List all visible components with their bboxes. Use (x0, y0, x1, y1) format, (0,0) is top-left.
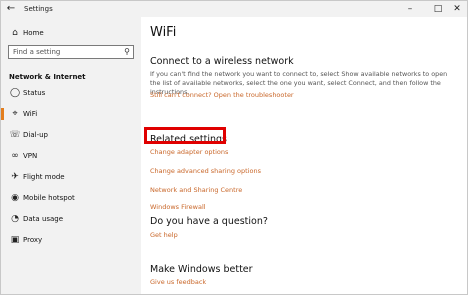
sidebar-item-label: Proxy (23, 236, 43, 244)
close-icon[interactable]: ✕ (448, 2, 466, 16)
highlight-box (144, 127, 226, 144)
sidebar-item-flight-mode[interactable]: ✈ Flight mode (1, 168, 141, 186)
sidebar: ⌂ Home Find a setting ⚲ Network & Intern… (1, 17, 141, 294)
sidebar-item-proxy[interactable]: ▣ Proxy (1, 231, 141, 249)
search-placeholder: Find a setting (13, 48, 61, 56)
page-title: WiFi (150, 25, 177, 40)
sidebar-item-label: Data usage (23, 215, 64, 223)
connect-heading: Connect to a wireless network (150, 56, 294, 67)
home-icon: ⌂ (12, 28, 18, 38)
globe-icon: ◯ (9, 88, 21, 98)
sidebar-item-home[interactable]: ⌂ Home (1, 24, 141, 42)
sidebar-item-wifi[interactable]: ⌖ WiFi (1, 105, 141, 123)
sidebar-item-dial-up[interactable]: ☏ Dial-up (1, 126, 141, 144)
hotspot-icon: ◉ (11, 193, 19, 203)
sidebar-item-status[interactable]: ◯ Status (1, 84, 141, 102)
get-help-link[interactable]: Get help (150, 230, 178, 240)
sidebar-item-label: VPN (23, 152, 38, 160)
change-adapter-options-link[interactable]: Change adapter options (150, 147, 228, 157)
give-feedback-link[interactable]: Give us feedback (150, 277, 206, 287)
vpn-icon: ∞ (11, 151, 19, 161)
back-arrow-icon[interactable]: ← (4, 2, 18, 16)
sidebar-item-label: Flight mode (23, 173, 65, 181)
maximize-icon[interactable]: □ (429, 2, 447, 16)
window-title: Settings (24, 5, 53, 13)
sidebar-item-data-usage[interactable]: ◔ Data usage (1, 210, 141, 228)
change-advanced-sharing-link[interactable]: Change advanced sharing options (150, 166, 261, 176)
network-sharing-centre-link[interactable]: Network and Sharing Centre (150, 185, 242, 195)
data-usage-icon: ◔ (11, 214, 19, 224)
main-content: WiFi Connect to a wireless network If yo… (141, 17, 467, 294)
make-windows-better-heading: Make Windows better (150, 264, 253, 275)
active-indicator (1, 108, 4, 120)
sidebar-item-label: Mobile hotspot (23, 194, 75, 202)
search-input[interactable]: Find a setting ⚲ (8, 45, 134, 59)
sidebar-item-vpn[interactable]: ∞ VPN (1, 147, 141, 165)
section-heading: Network & Internet (9, 73, 86, 81)
question-heading: Do you have a question? (150, 216, 268, 227)
sidebar-item-label: WiFi (23, 110, 38, 118)
sidebar-item-label: Dial-up (23, 131, 48, 139)
wifi-icon: ⌖ (12, 109, 18, 119)
phone-icon: ☏ (9, 130, 21, 140)
minimize-icon[interactable]: – (401, 2, 419, 16)
troubleshooter-link[interactable]: Still can't connect? Open the troublesho… (150, 90, 294, 100)
settings-window: ← Settings – □ ✕ ⌂ Home Find a setting ⚲… (0, 0, 468, 295)
windows-firewall-link[interactable]: Windows Firewall (150, 202, 206, 212)
title-bar: ← Settings – □ ✕ (1, 1, 467, 17)
sidebar-item-mobile-hotspot[interactable]: ◉ Mobile hotspot (1, 189, 141, 207)
airplane-icon: ✈ (11, 172, 19, 182)
sidebar-item-label: Status (23, 89, 46, 97)
search-icon: ⚲ (124, 47, 130, 56)
proxy-icon: ▣ (10, 235, 20, 245)
sidebar-item-label: Home (23, 29, 44, 37)
